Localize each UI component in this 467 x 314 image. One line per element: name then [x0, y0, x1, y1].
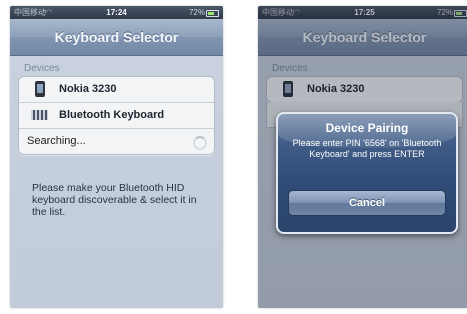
devices-section-header: Devices — [24, 63, 60, 74]
alert-message: Please enter PIN '6568' on 'Bluetooth Ke… — [292, 138, 442, 159]
device-row-bluetooth-keyboard[interactable]: Bluetooth Keyboard — [19, 103, 214, 129]
device-row-nokia[interactable]: Nokia 3230 — [19, 77, 214, 103]
pairing-alert: Device Pairing Please enter PIN '6568' o… — [276, 112, 458, 234]
keyboard-icon — [31, 110, 48, 120]
navigation-bar: Keyboard Selector — [10, 19, 223, 56]
phone-icon — [35, 81, 45, 97]
device-list: Nokia 3230 Bluetooth Keyboard Searching.… — [18, 76, 215, 155]
spinner-icon — [193, 136, 207, 150]
battery-icon — [206, 10, 219, 17]
battery-percent: 72% — [188, 8, 205, 17]
searching-row: Searching... — [19, 129, 214, 154]
searching-label: Searching... — [27, 135, 86, 147]
alert-title: Device Pairing — [325, 121, 409, 135]
cancel-button[interactable]: Cancel — [288, 190, 446, 216]
screen-device-search: 中国移动 ◠ 17:24 72% Keyboard Selector Devic… — [10, 6, 223, 308]
page-title: Keyboard Selector — [54, 29, 179, 45]
instruction-text: Please make your Bluetooth HID keyboard … — [32, 182, 197, 218]
device-name: Nokia 3230 — [59, 83, 117, 95]
screen-device-pairing: 中国移动 ◠ 17:25 72% Keyboard Selector Devic… — [258, 6, 467, 308]
status-bar: 中国移动 ◠ 17:24 72% — [10, 6, 223, 19]
device-name: Bluetooth Keyboard — [59, 109, 165, 121]
